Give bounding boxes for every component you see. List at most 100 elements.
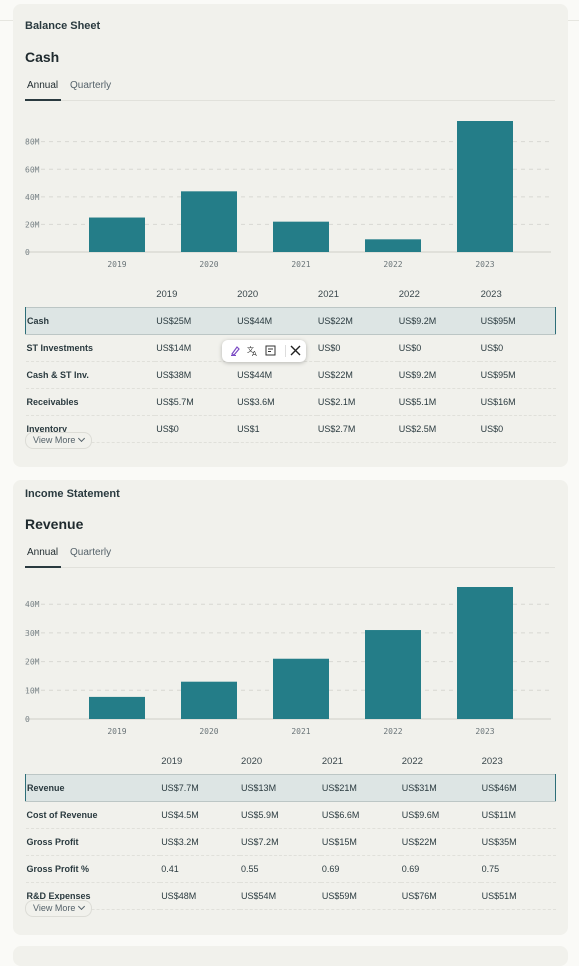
cell: US$22M <box>316 361 398 389</box>
x-tick-label: 2022 <box>383 727 402 736</box>
cell: US$21M <box>320 774 401 802</box>
row-label: ST Investments <box>25 334 156 362</box>
cell: US$76M <box>400 882 481 910</box>
cell: US$0 <box>479 415 556 443</box>
table-header-row: 2019 2020 2021 2022 2023 <box>26 281 556 308</box>
cell: US$38M <box>155 361 237 389</box>
row-label: Cash <box>25 307 156 335</box>
cell: US$44M <box>236 361 317 389</box>
highlight-icon[interactable] <box>230 345 241 360</box>
table-row-rd-expenses[interactable]: R&D Expenses US$48M US$54M US$59M US$76M… <box>25 882 556 910</box>
cell: US$0 <box>479 334 556 362</box>
cell: 0.75 <box>480 855 556 883</box>
cell: 0.69 <box>400 855 481 883</box>
cell: US$59M <box>320 882 401 910</box>
active-tab-underline <box>25 99 61 101</box>
cell: US$54M <box>240 882 321 910</box>
cell: US$95M <box>479 307 556 335</box>
header-year: 2020 <box>241 755 263 767</box>
translate-icon[interactable]: 文A <box>247 345 259 360</box>
x-tick-label: 2020 <box>199 727 218 736</box>
y-tick-label: 80M <box>25 138 40 147</box>
x-tick-label: 2019 <box>107 727 126 736</box>
bar-2020[interactable] <box>181 681 237 719</box>
row-label: Gross Profit % <box>25 855 161 883</box>
y-tick-label: 30M <box>25 629 40 638</box>
cell: US$22M <box>400 828 481 856</box>
bar-2021[interactable] <box>273 658 329 719</box>
cell: US$13M <box>240 774 321 802</box>
bar-2019[interactable] <box>89 696 145 719</box>
cell: US$0 <box>155 415 237 443</box>
table-row-cash[interactable]: Cash US$25M US$44M US$22M US$9.2M US$95M <box>25 307 556 335</box>
cell: 0.69 <box>320 855 401 883</box>
header-year: 2022 <box>401 755 423 767</box>
metric-title: Cash <box>25 49 60 65</box>
cell: US$5.1M <box>397 388 480 416</box>
x-tick-label: 2022 <box>383 260 402 269</box>
header-year: 2023 <box>481 755 503 767</box>
cell: US$51M <box>480 882 556 910</box>
income-statement-card: Income Statement Revenue Annual Quarterl… <box>13 480 568 935</box>
table-row-gross-profit[interactable]: Gross Profit US$3.2M US$7.2M US$15M US$2… <box>25 828 556 856</box>
table-row-gross-profit-pct[interactable]: Gross Profit % 0.41 0.55 0.69 0.69 0.75 <box>25 855 556 883</box>
toolbar-separator <box>285 345 286 357</box>
cell: US$95M <box>479 361 556 389</box>
x-tick-label: 2021 <box>291 260 310 269</box>
y-tick-label: 20M <box>25 220 40 229</box>
y-tick-label: 40M <box>25 193 40 202</box>
bar-2021[interactable] <box>273 221 329 252</box>
tab-annual[interactable]: Annual <box>27 547 58 558</box>
table-row-inventory[interactable]: Inventory US$0 US$1 US$2.7M US$2.5M US$0 <box>25 415 556 443</box>
cell: US$0 <box>316 334 398 362</box>
cell: US$2.5M <box>397 415 480 443</box>
y-tick-label: 0 <box>25 248 30 257</box>
y-tick-label: 60M <box>25 165 40 174</box>
revenue-bar-chart: 0 10M 20M 30M 40M 2019 2020 2021 2022 2023 <box>25 587 551 736</box>
cell: US$3.2M <box>160 828 241 856</box>
y-tick-label: 0 <box>25 715 30 724</box>
bar-2022[interactable] <box>365 630 421 719</box>
cell: US$25M <box>155 307 237 335</box>
chevron-down-icon <box>78 434 86 443</box>
header-year: 2019 <box>156 288 178 300</box>
bar-2020[interactable] <box>181 191 237 252</box>
cell: US$9.2M <box>397 361 480 389</box>
cell: US$5.7M <box>155 388 237 416</box>
table-row-cost-of-revenue[interactable]: Cost of Revenue US$4.5M US$5.9M US$6.6M … <box>25 801 556 829</box>
x-tick-label: 2021 <box>291 727 310 736</box>
tab-quarterly[interactable]: Quarterly <box>70 547 111 558</box>
table-row-receivables[interactable]: Receivables US$5.7M US$3.6M US$2.1M US$5… <box>25 388 556 416</box>
y-tick-label: 10M <box>25 686 40 695</box>
view-more-label: View More <box>33 435 76 445</box>
x-tick-label: 2020 <box>199 260 218 269</box>
cell: US$16M <box>479 388 556 416</box>
tab-annual[interactable]: Annual <box>27 80 58 91</box>
cell: US$9.6M <box>400 801 481 829</box>
bar-2023[interactable] <box>457 121 513 252</box>
balance-sheet-card: Balance Sheet Cash Annual Quarterly 0 20M… <box>13 4 568 467</box>
selection-toolbar: 文A <box>222 340 306 362</box>
row-label: Receivables <box>25 388 156 416</box>
cell: US$3.6M <box>236 388 317 416</box>
cell: 0.55 <box>240 855 321 883</box>
cell: US$2.1M <box>316 388 398 416</box>
cell: US$1 <box>236 415 317 443</box>
share-x-icon[interactable] <box>290 345 301 360</box>
view-more-button[interactable]: View More <box>25 432 93 449</box>
row-label: Cash & ST Inv. <box>25 361 156 389</box>
cell: US$7.7M <box>160 774 241 802</box>
view-more-button[interactable]: View More <box>25 900 93 917</box>
table-row-revenue[interactable]: Revenue US$7.7M US$13M US$21M US$31M US$… <box>25 774 556 802</box>
x-tick-label: 2023 <box>475 727 494 736</box>
table-row-cash-st-inv[interactable]: Cash & ST Inv. US$38M US$44M US$22M US$9… <box>25 361 556 389</box>
header-year: 2022 <box>398 288 420 300</box>
tab-quarterly[interactable]: Quarterly <box>70 80 111 91</box>
header-year: 2020 <box>237 288 259 300</box>
bar-2023[interactable] <box>457 587 513 719</box>
note-icon[interactable] <box>265 345 276 360</box>
header-label <box>26 748 161 775</box>
bar-2019[interactable] <box>89 217 145 252</box>
tab-divider <box>25 100 555 101</box>
bar-2022[interactable] <box>365 239 421 252</box>
